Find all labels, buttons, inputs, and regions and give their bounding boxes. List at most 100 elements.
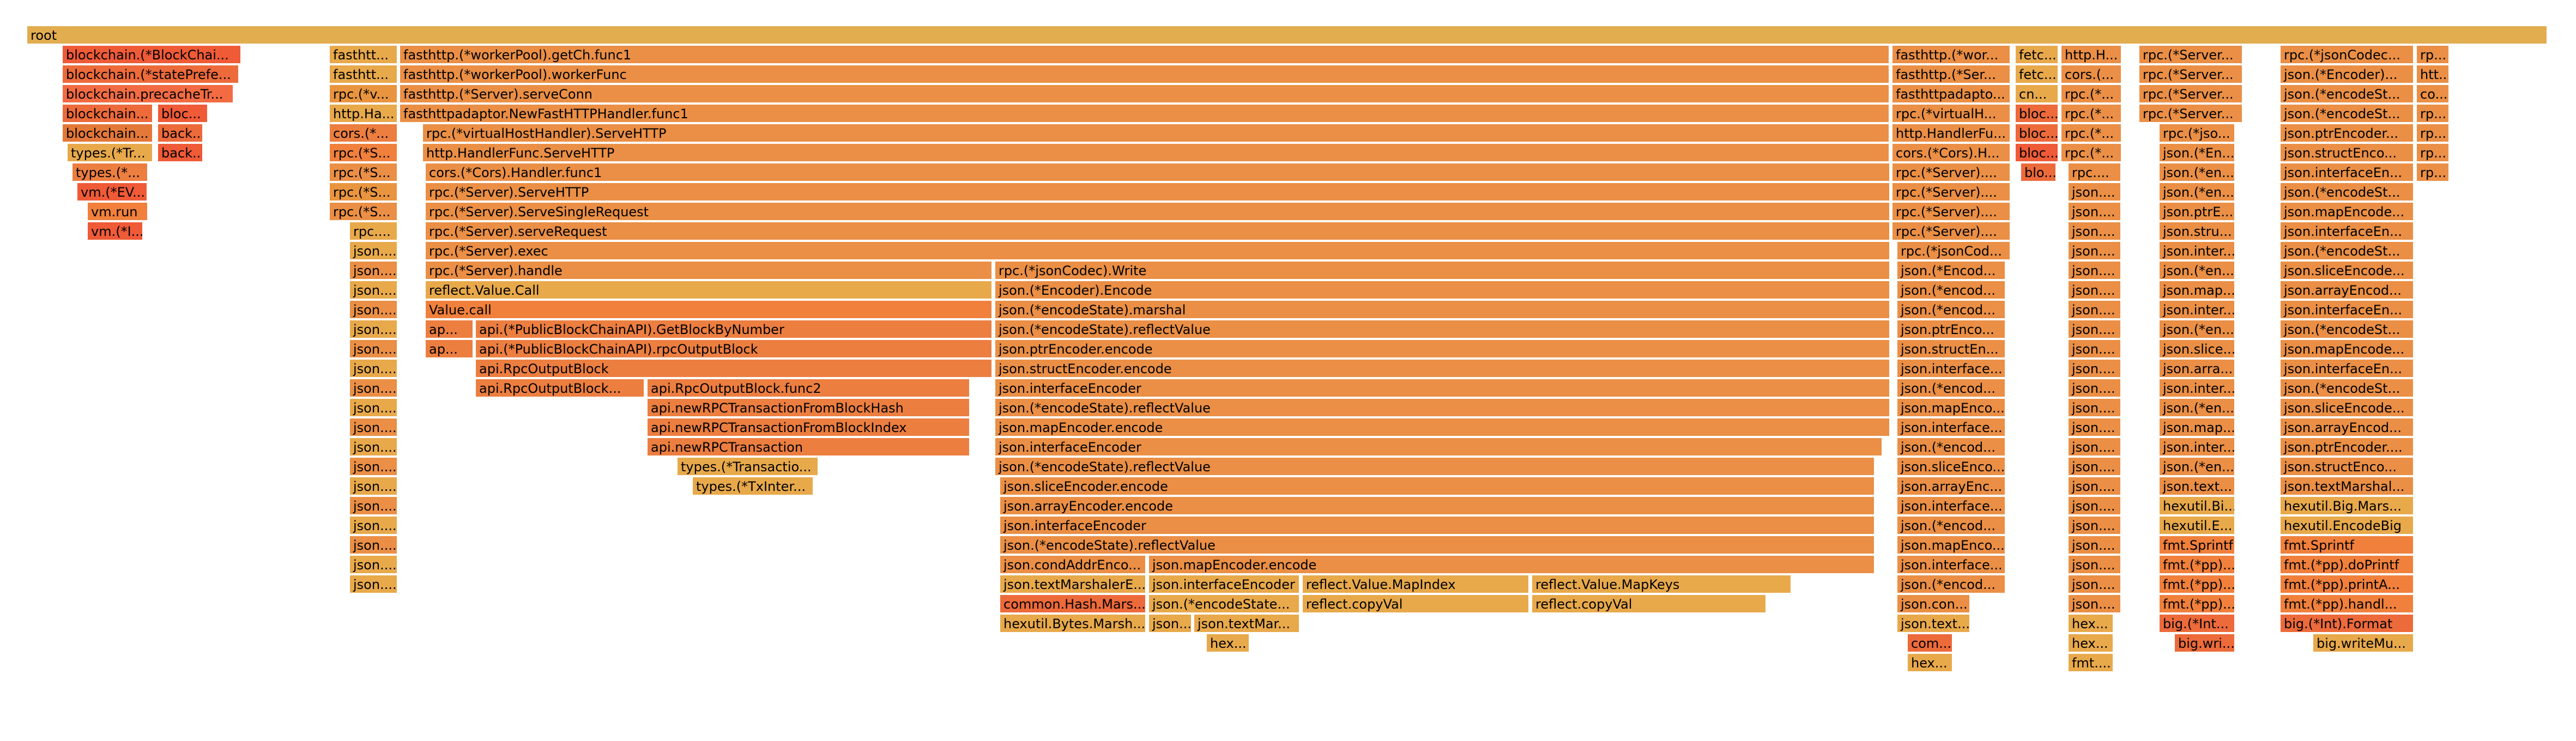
stack-frame[interactable]: json.ptrEnco...	[1897, 320, 2006, 339]
stack-frame[interactable]: json....	[350, 477, 398, 496]
stack-frame[interactable]: vm.(*EV...	[77, 183, 148, 202]
stack-frame[interactable]: cors.(*Cors).Handler.func1	[426, 163, 1890, 182]
stack-frame[interactable]: rpc.(*Server)....	[1892, 203, 2011, 221]
stack-frame[interactable]: json.interface...	[1897, 556, 2006, 574]
stack-frame[interactable]: fasthtt...	[330, 65, 398, 84]
stack-frame[interactable]: rp...	[2417, 105, 2450, 123]
stack-frame[interactable]: json.text...	[1897, 615, 1970, 633]
stack-frame[interactable]: json.(*encodeSt...	[2281, 379, 2414, 398]
stack-frame[interactable]: json....	[2069, 575, 2121, 594]
stack-frame[interactable]: hexutil.E...	[2160, 517, 2235, 535]
stack-frame[interactable]: http.HandlerFunc.ServeHTTP	[423, 144, 1890, 162]
stack-frame[interactable]: json.mapEnco...	[1897, 399, 2006, 417]
stack-frame[interactable]: fasthttp.(*wor...	[1892, 46, 2011, 64]
stack-frame[interactable]: json....	[2069, 477, 2121, 496]
stack-frame[interactable]: htt...	[2417, 65, 2450, 84]
stack-frame[interactable]: json.textMar...	[1194, 615, 1300, 633]
stack-frame[interactable]: hexutil.Bytes.Marsh...	[1000, 615, 1146, 633]
stack-frame[interactable]: json.textMarshalerE...	[1000, 575, 1146, 594]
stack-frame[interactable]: json.(*encod...	[1897, 438, 2006, 457]
stack-frame[interactable]: fasthttp.(*Ser...	[1892, 65, 2011, 84]
stack-frame[interactable]: json.structEncoder.encode	[995, 360, 1890, 378]
stack-frame[interactable]: json....	[350, 458, 398, 476]
stack-frame[interactable]: json.(*encodeSt...	[2281, 105, 2414, 123]
stack-frame[interactable]: rpc.(*Server...	[2139, 85, 2243, 104]
stack-frame[interactable]: rpc.(*S...	[330, 163, 398, 182]
stack-frame[interactable]: cors.(...	[2061, 65, 2122, 84]
stack-frame[interactable]: api.RpcOutputBlock	[476, 360, 993, 378]
stack-frame[interactable]: json.(*encod...	[1897, 301, 2006, 319]
stack-frame[interactable]: http.H...	[2061, 46, 2122, 64]
stack-frame[interactable]: bloc...	[2016, 144, 2059, 162]
stack-frame[interactable]: json.interfaceEncoder	[995, 379, 1890, 398]
stack-frame[interactable]: json.(*encodeState).reflectValue	[995, 458, 1875, 476]
stack-frame[interactable]: json.(*Encoder)...	[2281, 65, 2414, 84]
stack-frame[interactable]: json....	[2069, 556, 2121, 574]
stack-frame[interactable]: back...	[158, 124, 203, 143]
stack-frame[interactable]: hex...	[1908, 654, 1953, 672]
stack-frame[interactable]: json.sliceEncoder.encode	[1000, 477, 1875, 496]
stack-frame[interactable]: json.interfaceEncoder	[1149, 575, 1300, 594]
stack-frame[interactable]: json....	[350, 536, 398, 555]
stack-frame[interactable]: blo...	[2021, 163, 2057, 182]
stack-frame[interactable]: http.HandlerFu...	[1892, 124, 2011, 143]
stack-frame[interactable]: hex...	[2069, 634, 2114, 653]
stack-frame[interactable]: reflect.copyVal	[1532, 595, 1767, 614]
stack-frame[interactable]: json.arra...	[2160, 360, 2235, 378]
stack-frame[interactable]: json....	[2069, 438, 2121, 457]
stack-frame[interactable]: json....	[2069, 340, 2121, 359]
stack-frame[interactable]: ap...	[426, 340, 474, 359]
stack-frame[interactable]: api.RpcOutputBlock...	[476, 379, 645, 398]
stack-frame[interactable]: types.(*...	[72, 163, 148, 182]
stack-frame[interactable]: ap...	[426, 320, 474, 339]
stack-frame[interactable]: rpc.(*jsonCod...	[1897, 242, 2011, 260]
stack-frame[interactable]: json.mapEncode...	[2281, 203, 2414, 221]
stack-frame[interactable]: rpc.(*S...	[330, 183, 398, 202]
stack-frame[interactable]: big.wri...	[2175, 634, 2235, 653]
stack-frame[interactable]: api.(*PublicBlockChainAPI).rpcOutputBloc…	[476, 340, 993, 359]
stack-frame[interactable]: rpc.(*Server)....	[1892, 183, 2011, 202]
stack-frame[interactable]: json.inter...	[2160, 379, 2235, 398]
stack-frame[interactable]: hex...	[2069, 615, 2114, 633]
stack-frame[interactable]: json.(*en...	[2160, 262, 2235, 280]
stack-frame[interactable]: fasthttp.(*workerPool).workerFunc	[400, 65, 1890, 84]
stack-frame[interactable]: json.interfaceEn...	[2281, 360, 2414, 378]
stack-frame[interactable]: json....	[350, 575, 398, 594]
stack-frame[interactable]: rpc.(*Server).serveRequest	[426, 222, 1890, 241]
stack-frame[interactable]: json.interfaceEncoder	[995, 438, 1883, 457]
stack-frame[interactable]: json.mapEncode...	[2281, 340, 2414, 359]
stack-frame[interactable]: vm.(*I...	[88, 222, 143, 241]
stack-frame[interactable]: bloc...	[2016, 124, 2059, 143]
stack-frame[interactable]: json.inter...	[2160, 438, 2235, 457]
stack-frame[interactable]: json.interfaceEn...	[2281, 222, 2414, 241]
stack-frame[interactable]: json.(*en...	[2160, 320, 2235, 339]
stack-frame[interactable]: json.ptrEncoder....	[2281, 438, 2414, 457]
stack-frame[interactable]: json.(*en...	[2160, 163, 2235, 182]
stack-frame[interactable]: json.structEnco...	[2281, 144, 2414, 162]
stack-frame[interactable]: rpc.(*Server).handle	[426, 262, 993, 280]
stack-frame[interactable]: big.(*Int).Format	[2281, 615, 2414, 633]
stack-frame[interactable]: common.Hash.Mars...	[1000, 595, 1146, 614]
stack-frame[interactable]: rpc.(*Server...	[2139, 65, 2243, 84]
stack-frame[interactable]: api.newRPCTransaction	[648, 438, 970, 457]
stack-frame[interactable]: root	[27, 26, 2548, 45]
stack-frame[interactable]: blockchain...	[63, 105, 153, 123]
stack-frame[interactable]: rp...	[2417, 46, 2450, 64]
stack-frame[interactable]: http.Ha...	[330, 105, 398, 123]
stack-frame[interactable]: rpc.(*...	[2061, 124, 2122, 143]
stack-frame[interactable]: json.(*encodeState).reflectValue	[1000, 536, 1875, 555]
stack-frame[interactable]: json....	[350, 360, 398, 378]
stack-frame[interactable]: json.(*encodeState).reflectValue	[995, 399, 1890, 417]
stack-frame[interactable]: rpc.(*virtualHostHandler).ServeHTTP	[423, 124, 1890, 143]
stack-frame[interactable]: big.(*Int...	[2160, 615, 2235, 633]
stack-frame[interactable]: json....	[2069, 536, 2121, 555]
stack-frame[interactable]: rpc.(*S...	[330, 203, 398, 221]
stack-frame[interactable]: api.newRPCTransactionFromBlockIndex	[648, 418, 970, 437]
stack-frame[interactable]: json.structEnco...	[2281, 458, 2414, 476]
stack-frame[interactable]: rpc.(*S...	[330, 144, 398, 162]
stack-frame[interactable]: json.(*encodeState).reflectValue	[995, 320, 1890, 339]
stack-frame[interactable]: json.(*En...	[2160, 144, 2235, 162]
stack-frame[interactable]: api.RpcOutputBlock.func2	[648, 379, 970, 398]
stack-frame[interactable]: json....	[2069, 203, 2121, 221]
stack-frame[interactable]: json.(*encodeState).marshal	[995, 301, 1890, 319]
